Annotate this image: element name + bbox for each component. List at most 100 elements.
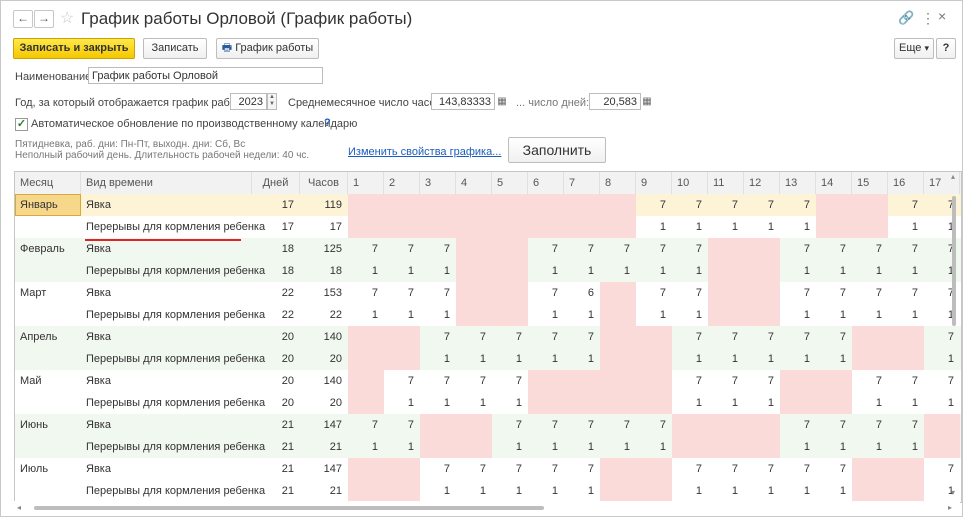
- day-cell[interactable]: 7: [456, 458, 492, 480]
- day-cell[interactable]: [456, 282, 492, 304]
- day-cell[interactable]: 7: [780, 326, 816, 348]
- day-column-header[interactable]: 6: [528, 172, 564, 194]
- day-cell[interactable]: 1: [744, 348, 780, 370]
- day-cell[interactable]: [600, 370, 636, 392]
- day-cell[interactable]: 7: [384, 238, 420, 260]
- day-cell[interactable]: 7: [492, 370, 528, 392]
- day-cell[interactable]: 1: [384, 304, 420, 326]
- day-cell[interactable]: 7: [384, 370, 420, 392]
- day-cell[interactable]: [456, 260, 492, 282]
- day-cell[interactable]: 7: [816, 238, 852, 260]
- day-cell[interactable]: [456, 304, 492, 326]
- year-spinner[interactable]: ▲ ▼: [267, 93, 277, 110]
- table-row[interactable]: Февраль Явка 18 125 7 7 7 7 7 7 7 7 7 7 7 7 7: [15, 238, 961, 260]
- day-cell[interactable]: 1: [672, 348, 708, 370]
- month-cell[interactable]: [15, 260, 81, 282]
- day-cell[interactable]: 1: [672, 216, 708, 238]
- day-cell[interactable]: 7: [348, 414, 384, 436]
- day-cell[interactable]: [600, 392, 636, 414]
- day-cell[interactable]: 1: [492, 436, 528, 458]
- day-cell[interactable]: [492, 238, 528, 260]
- day-cell[interactable]: 7: [672, 370, 708, 392]
- days-cell[interactable]: 17: [252, 216, 300, 238]
- day-cell[interactable]: 1: [672, 304, 708, 326]
- day-cell[interactable]: 7: [636, 194, 672, 216]
- day-cell[interactable]: 7: [528, 458, 564, 480]
- link-icon[interactable]: 🔗: [898, 10, 914, 26]
- day-cell[interactable]: [744, 282, 780, 304]
- forward-button[interactable]: →: [34, 10, 54, 28]
- month-cell[interactable]: Июнь: [15, 414, 81, 436]
- month-cell[interactable]: Июль: [15, 458, 81, 480]
- day-cell[interactable]: 7: [384, 414, 420, 436]
- days-cell[interactable]: 20: [252, 326, 300, 348]
- day-cell[interactable]: [888, 326, 924, 348]
- horizontal-scroll-thumb[interactable]: [34, 506, 544, 510]
- days-cell[interactable]: 17: [252, 194, 300, 216]
- day-cell[interactable]: [708, 414, 744, 436]
- day-cell[interactable]: 6: [564, 282, 600, 304]
- horizontal-scrollbar[interactable]: ◂ ▸: [14, 501, 960, 515]
- month-cell[interactable]: Февраль: [15, 238, 81, 260]
- calculator-icon[interactable]: ▦: [496, 93, 508, 110]
- day-cell[interactable]: 7: [492, 414, 528, 436]
- day-cell[interactable]: 7: [636, 238, 672, 260]
- day-cell[interactable]: 7: [600, 414, 636, 436]
- day-cell[interactable]: 1: [636, 260, 672, 282]
- day-cell[interactable]: 1: [816, 304, 852, 326]
- day-cell[interactable]: [384, 458, 420, 480]
- day-cell[interactable]: 7: [780, 194, 816, 216]
- time-type-cell[interactable]: Перерывы для кормления ребенка: [81, 304, 265, 326]
- month-cell[interactable]: Май: [15, 370, 81, 392]
- day-column-header[interactable]: 1: [348, 172, 384, 194]
- day-cell[interactable]: 1: [744, 480, 780, 502]
- day-cell[interactable]: 7: [528, 414, 564, 436]
- day-cell[interactable]: [564, 392, 600, 414]
- day-cell[interactable]: [384, 194, 420, 216]
- day-cell[interactable]: 7: [492, 458, 528, 480]
- day-cell[interactable]: 1: [708, 392, 744, 414]
- day-cell[interactable]: 7: [888, 370, 924, 392]
- spin-down-icon[interactable]: ▼: [268, 101, 276, 108]
- hours-cell[interactable]: 21: [300, 436, 348, 458]
- close-icon[interactable]: ×: [938, 8, 946, 24]
- day-cell[interactable]: [672, 414, 708, 436]
- day-cell[interactable]: 7: [852, 238, 888, 260]
- day-cell[interactable]: 1: [780, 436, 816, 458]
- day-column-header[interactable]: 10: [672, 172, 708, 194]
- day-cell[interactable]: 1: [456, 348, 492, 370]
- day-cell[interactable]: [384, 480, 420, 502]
- day-cell[interactable]: 7: [528, 282, 564, 304]
- day-cell[interactable]: [564, 370, 600, 392]
- day-cell[interactable]: [492, 260, 528, 282]
- table-row[interactable]: Март Явка 22 153 7 7 7 7 6 7 7 7 7 7 7 7: [15, 282, 961, 304]
- day-cell[interactable]: 1: [348, 304, 384, 326]
- day-cell[interactable]: [420, 216, 456, 238]
- day-cell[interactable]: [348, 458, 384, 480]
- day-cell[interactable]: 7: [564, 238, 600, 260]
- day-cell[interactable]: 7: [816, 414, 852, 436]
- day-cell[interactable]: 1: [744, 216, 780, 238]
- day-cell[interactable]: 1: [564, 304, 600, 326]
- day-cell[interactable]: 7: [744, 370, 780, 392]
- name-input[interactable]: График работы Орловой: [88, 67, 323, 84]
- question-icon[interactable]: ?: [324, 117, 331, 129]
- day-cell[interactable]: 1: [564, 436, 600, 458]
- month-cell[interactable]: Январь: [15, 194, 81, 216]
- day-cell[interactable]: [852, 348, 888, 370]
- day-cell[interactable]: 1: [384, 436, 420, 458]
- day-cell[interactable]: 7: [780, 282, 816, 304]
- day-cell[interactable]: 1: [708, 480, 744, 502]
- day-cell[interactable]: [600, 480, 636, 502]
- day-cell[interactable]: 1: [348, 260, 384, 282]
- day-cell[interactable]: [528, 194, 564, 216]
- day-cell[interactable]: 1: [564, 480, 600, 502]
- day-cell[interactable]: 7: [528, 238, 564, 260]
- day-cell[interactable]: 7: [852, 414, 888, 436]
- scroll-right-icon[interactable]: ▸: [948, 503, 952, 512]
- month-cell[interactable]: [15, 216, 81, 238]
- hours-cell[interactable]: 22: [300, 304, 348, 326]
- spin-up-icon[interactable]: ▲: [268, 94, 276, 101]
- day-cell[interactable]: 1: [564, 348, 600, 370]
- day-cell[interactable]: [348, 348, 384, 370]
